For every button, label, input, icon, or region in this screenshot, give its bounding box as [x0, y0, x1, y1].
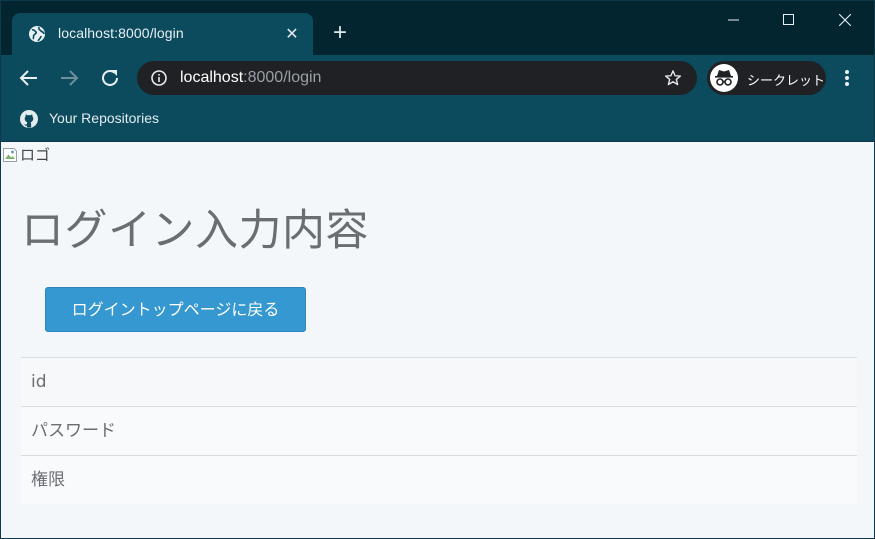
more-menu-icon[interactable] — [839, 66, 855, 90]
close-icon — [839, 14, 851, 26]
address-bar[interactable]: localhost:8000/login — [137, 61, 697, 95]
tab-active[interactable]: localhost:8000/login ✕ — [12, 13, 313, 55]
incognito-icon — [710, 64, 738, 92]
bookmark-star-icon[interactable] — [664, 69, 682, 87]
maximize-button[interactable] — [766, 1, 812, 39]
back-to-login-top-button[interactable]: ログイントップページに戻る — [45, 287, 306, 332]
tab-title: localhost:8000/login — [58, 25, 184, 41]
close-window-button[interactable] — [822, 1, 868, 39]
tab-close-icon[interactable]: ✕ — [282, 24, 302, 44]
url-host: localhost — [180, 69, 244, 86]
forward-arrow-icon[interactable] — [57, 66, 81, 90]
reload-icon[interactable] — [98, 66, 122, 90]
browser-window: localhost:8000/login ✕ + localhost:8000/… — [0, 0, 875, 539]
maximize-icon — [783, 14, 794, 25]
logo-alt-text: ロゴ — [20, 146, 51, 164]
new-tab-button[interactable]: + — [327, 21, 353, 47]
url-text[interactable]: localhost:8000/login — [180, 69, 321, 87]
bookmark-label: Your Repositories — [49, 110, 159, 126]
browser-toolbar: localhost:8000/login シークレット — [1, 55, 874, 101]
github-icon — [20, 110, 38, 128]
incognito-label: シークレット — [747, 74, 826, 89]
globe-icon — [29, 26, 45, 42]
login-field-table: id パスワード 権限 — [21, 357, 857, 504]
field-row-id: id — [21, 357, 857, 406]
tab-strip: localhost:8000/login ✕ + — [1, 1, 874, 55]
incognito-profile-button[interactable]: シークレット — [707, 61, 826, 95]
field-row-permission: 権限 — [21, 455, 857, 504]
field-row-password: パスワード — [21, 406, 857, 455]
page-title: ログイン入力内容 — [21, 206, 369, 256]
minimize-button[interactable] — [711, 1, 757, 39]
page-content: ロゴ ログイン入力内容 ログイントップページに戻る id パスワード 権限 — [1, 141, 874, 538]
url-path: :8000/login — [243, 69, 322, 86]
logo-image: ロゴ — [2, 144, 50, 164]
bookmarks-bar: Your Repositories — [1, 101, 874, 141]
info-icon[interactable] — [151, 70, 167, 86]
minimize-icon — [728, 19, 739, 21]
broken-image-icon — [3, 148, 17, 162]
back-arrow-icon[interactable] — [17, 66, 41, 90]
